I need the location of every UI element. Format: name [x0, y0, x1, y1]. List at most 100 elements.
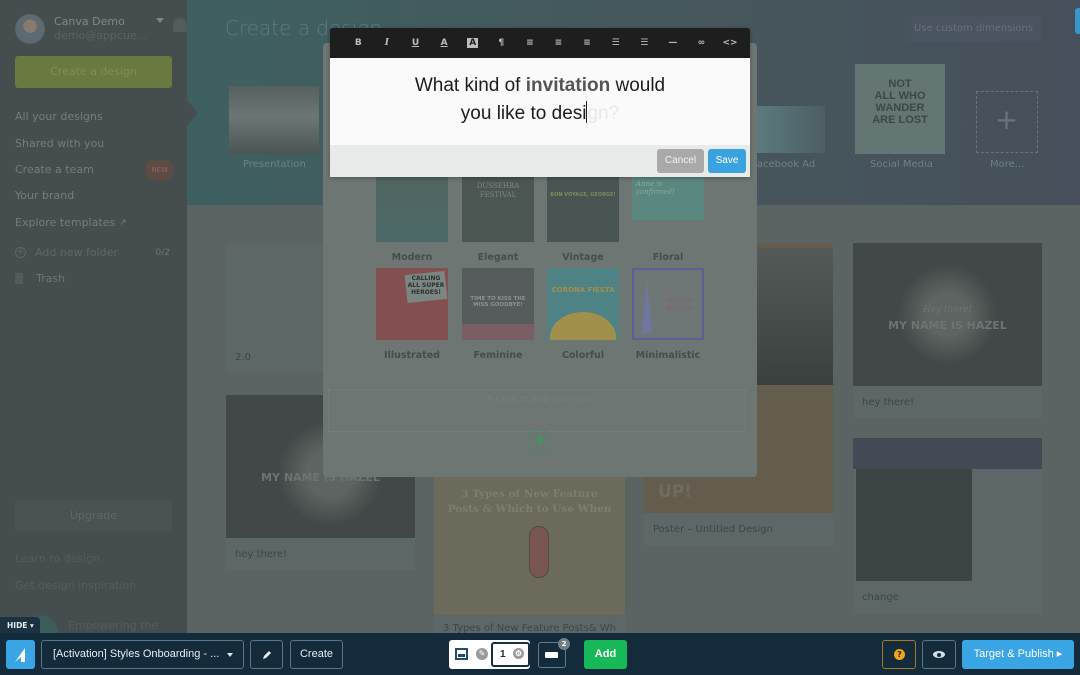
- thumbnail-text: Parisian Banquet: [666, 296, 694, 312]
- horizontal-rule-icon[interactable]: —: [659, 28, 688, 58]
- style-thumbnail: Parisian Banquet: [632, 268, 704, 340]
- code-icon[interactable]: <>: [716, 28, 745, 58]
- thumbnail-text: BON VOYAGE, GEORGE!: [550, 192, 616, 198]
- bulleted-list-icon[interactable]: ☰: [601, 28, 630, 58]
- avatar: [15, 14, 45, 44]
- thumbnail-text: MY NAME IS HAZEL: [888, 319, 1007, 332]
- learn-link[interactable]: Learn to design: [15, 552, 100, 565]
- sidebar-item-create-team[interactable]: Create a team NEW: [15, 157, 175, 183]
- help-icon: ?: [894, 649, 905, 660]
- plus-icon: +: [994, 103, 1019, 136]
- create-design-button[interactable]: Create a design: [15, 56, 172, 88]
- sidebar-item-explore-templates[interactable]: Explore templates ↗: [15, 210, 175, 236]
- modal-step-icon[interactable]: [455, 648, 468, 660]
- hotspot-step-icon[interactable]: ✎: [476, 648, 488, 660]
- camera-photo: [757, 248, 833, 385]
- style-option-illustrated[interactable]: CALLING ALL SUPER HEROES! Illustrated: [376, 268, 448, 361]
- style-option-modern[interactable]: Modern: [376, 170, 448, 263]
- flow-select[interactable]: [Activation] Styles Onboarding - ...: [41, 640, 244, 669]
- align-right-icon[interactable]: ≡: [544, 28, 573, 58]
- style-option-elegant[interactable]: DUSSEHRA FESTIVAL Elegant: [462, 170, 534, 263]
- style-option-vintage[interactable]: BON VOYAGE, GEORGE! Vintage: [547, 170, 619, 263]
- paragraph-icon[interactable]: ¶: [487, 28, 516, 58]
- text-color-icon[interactable]: A: [430, 28, 459, 58]
- thumbnail-text: UP!: [658, 482, 693, 502]
- link-icon[interactable]: ∞: [687, 28, 716, 58]
- edit-button[interactable]: [250, 640, 283, 669]
- sidebar-item-label: Explore templates: [15, 215, 116, 229]
- add-button[interactable]: Add: [584, 640, 627, 669]
- italic-icon[interactable]: I: [373, 28, 402, 58]
- social-media-thumbnail: NOT ALL WHO WANDER ARE LOST: [855, 64, 945, 154]
- upgrade-button[interactable]: Upgrade: [15, 500, 172, 531]
- design-title: change: [862, 592, 899, 603]
- design-card[interactable]: change: [853, 438, 1042, 614]
- style-thumbnail: CORONA FIESTA: [547, 268, 619, 340]
- style-option-colorful[interactable]: CORONA FIESTA Colorful: [547, 268, 619, 361]
- align-left-icon[interactable]: ≡: [516, 28, 545, 58]
- style-name: Floral: [652, 252, 684, 263]
- design-title: Poster – Untitled Design: [653, 524, 773, 535]
- type-label: Social Media: [870, 159, 933, 170]
- design-title: hey there!: [862, 397, 915, 408]
- highlight-glyph: A: [467, 38, 479, 48]
- sidebar-item-label: Create a team: [15, 162, 94, 176]
- design-thumbnail: 3 Types of New Feature Posts & Which to …: [434, 470, 625, 615]
- hide-toggle[interactable]: HIDE ▾: [0, 617, 40, 634]
- cancel-button[interactable]: Cancel: [657, 149, 704, 173]
- step-number[interactable]: 1 ⚙: [491, 642, 530, 667]
- style-thumbnail: Anne is confirmed!: [632, 170, 704, 220]
- sidebar-item-shared[interactable]: Shared with you: [15, 130, 175, 156]
- design-title: 2.0: [235, 352, 251, 363]
- type-label: More...: [990, 159, 1025, 170]
- flow-name: [Activation] Styles Onboarding - ...: [53, 648, 220, 660]
- thumbnail-text: 3 Types of New Feature Posts & Which to …: [447, 488, 612, 515]
- settings-icon[interactable]: ⚙: [513, 648, 524, 659]
- style-thumbnail: DUSSEHRA FESTIVAL: [462, 170, 534, 242]
- indent-icon[interactable]: ≡: [573, 28, 602, 58]
- external-link-icon: ↗: [119, 217, 127, 228]
- bell-icon[interactable]: [173, 18, 187, 32]
- create-button[interactable]: Create: [290, 640, 343, 669]
- appcues-logo[interactable]: [6, 640, 35, 669]
- add-element-button[interactable]: +: [528, 430, 552, 454]
- inspiration-link[interactable]: Get design inspiration: [15, 579, 136, 592]
- style-option-feminine[interactable]: TIME TO KISS THE MISS GOODBYE! Feminine: [462, 268, 534, 361]
- sidebar-item-trash[interactable]: Trash: [15, 272, 65, 285]
- sidebar-item-brand[interactable]: Your brand: [15, 183, 175, 209]
- user-menu[interactable]: Canva Demo demo@appcue...: [15, 14, 187, 44]
- edge-tab[interactable]: [1075, 8, 1080, 34]
- design-card[interactable]: Hey there! MY NAME IS HAZEL hey there!: [853, 243, 1042, 418]
- type-label: Presentation: [243, 159, 306, 170]
- text-segment: you like to desi: [460, 103, 587, 124]
- sidebar-item-label: Your brand: [15, 189, 75, 203]
- style-option-floral[interactable]: Anne is confirmed! Floral: [632, 170, 704, 263]
- comment-icon: [545, 652, 558, 658]
- style-option-minimalistic[interactable]: Parisian Banquet Minimalistic: [632, 268, 704, 361]
- chevron-down-icon: [227, 653, 233, 657]
- trash-icon: [15, 273, 23, 284]
- thumbnail-text: Anne is confirmed!: [636, 180, 675, 196]
- target-publish-button[interactable]: Target & Publish ▸: [962, 640, 1074, 669]
- add-folder-button[interactable]: + Add new folder 0/2: [15, 246, 170, 259]
- sidebar-item-all-designs[interactable]: All your designs: [15, 104, 175, 130]
- preview-button[interactable]: [922, 640, 956, 669]
- design-card[interactable]: 3 Types of New Feature Posts & Which to …: [434, 470, 625, 634]
- sidebar-item-label: All your designs: [15, 110, 103, 124]
- bold-icon[interactable]: B: [344, 28, 373, 58]
- numbered-list-icon[interactable]: ☰: [630, 28, 659, 58]
- comment-count-badge: 2: [558, 638, 570, 650]
- save-button[interactable]: Save: [708, 149, 746, 173]
- editor-toolbar: B I U A A ¶ ≡ ≡ ≡ ☰ ☰ — ∞ <>: [330, 28, 750, 58]
- thumbnail-text: CORONA FIESTA: [551, 286, 615, 294]
- more-placeholder: +: [976, 91, 1038, 153]
- chevron-down-icon[interactable]: [156, 18, 164, 23]
- help-button[interactable]: ?: [882, 640, 916, 669]
- click-to-add-text: ¶ Click to add your text: [487, 395, 593, 405]
- underline-icon[interactable]: U: [401, 28, 430, 58]
- editable-text[interactable]: What kind of invitation would you like t…: [330, 72, 750, 128]
- highlight-icon[interactable]: A: [458, 28, 487, 58]
- custom-dimensions-button[interactable]: Use custom dimensions: [905, 16, 1042, 42]
- design-thumbnail: [853, 438, 1042, 469]
- presentation-thumbnail: [229, 86, 319, 154]
